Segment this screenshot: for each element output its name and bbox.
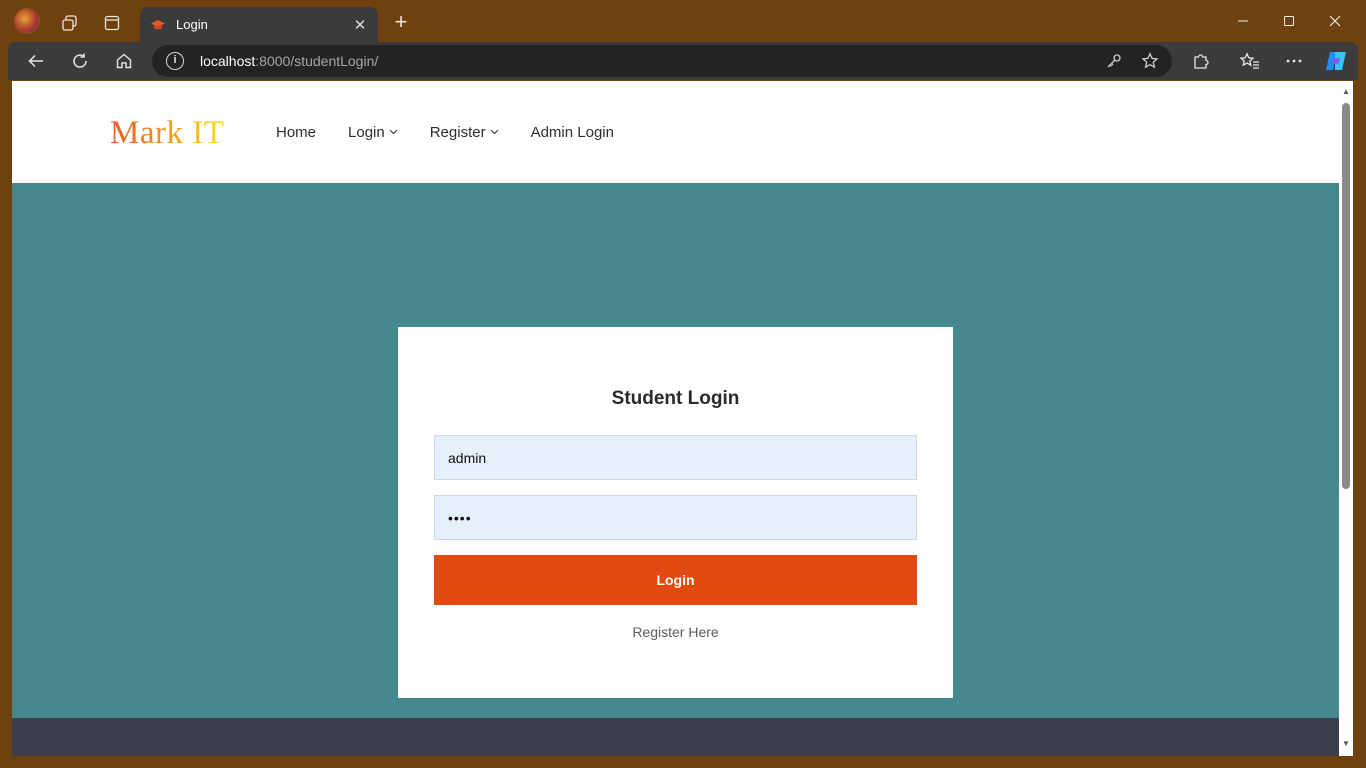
back-arrow-icon[interactable] [20,45,52,77]
register-here-link[interactable]: Register Here [398,624,953,640]
browser-toolbar: i localhost:8000/studentLogin/ [8,42,1358,80]
close-window-button[interactable] [1312,6,1358,36]
more-icon[interactable] [1278,45,1310,77]
close-tab-icon[interactable]: ✕ [346,11,374,39]
nav-register-label: Register [429,124,486,141]
tab-title: Login [176,17,208,32]
puzzle-icon[interactable] [1185,45,1217,77]
info-icon[interactable]: i [166,52,184,70]
scrollbar-thumb[interactable] [1342,103,1350,489]
nav-links: Home Login Register Admin Login [276,124,646,141]
address-bar[interactable]: i localhost:8000/studentLogin/ [152,45,1172,77]
nav-admin-login-label: Admin Login [530,124,614,141]
refresh-icon[interactable] [64,45,96,77]
nav-home-label: Home [276,124,317,141]
url-path: :8000/studentLogin/ [255,53,379,69]
page-viewport: Mark IT Home Login Register Admin Login … [12,81,1339,756]
scroll-down-icon[interactable]: ▼ [1341,739,1351,749]
login-title: Student Login [611,388,740,409]
nav-register-dropdown[interactable]: Register [430,124,499,141]
page-scrollbar[interactable]: ▲ ▼ [1339,81,1353,756]
nav-login-dropdown[interactable]: Login [348,124,398,141]
url-host: localhost [200,53,256,69]
star-icon[interactable] [1138,49,1162,73]
tab-actions-icon[interactable] [96,7,128,39]
brand-logo[interactable]: Mark IT [110,115,224,152]
browser-titlebar: Login ✕ + [0,0,1366,42]
maximize-button[interactable] [1266,6,1312,36]
workspaces-icon[interactable] [54,7,86,39]
site-footer [12,718,1339,756]
chevron-down-icon [490,127,499,138]
chevron-down-icon [389,127,398,138]
home-icon[interactable] [108,45,140,77]
address-bar-actions [1102,49,1162,73]
login-button[interactable]: Login [434,555,917,605]
nav-admin-login[interactable]: Admin Login [531,124,614,141]
copilot-icon[interactable] [1320,45,1352,77]
login-card: Student Login admin •••• Login Register … [398,327,953,698]
favorites-icon[interactable] [1234,45,1266,77]
scroll-up-icon[interactable]: ▲ [1341,87,1351,97]
password-field[interactable]: •••• [434,495,917,540]
graduation-cap-icon [151,19,165,29]
profile-avatar[interactable] [14,8,40,34]
hero-section: Student Login admin •••• Login Register … [12,183,1339,718]
site-navbar: Mark IT Home Login Register Admin Login [12,81,1339,183]
active-tab[interactable]: Login ✕ [140,7,378,42]
titlebar-left [14,8,40,34]
nav-login-label: Login [348,124,385,141]
key-icon[interactable] [1102,49,1126,73]
minimize-button[interactable] [1220,6,1266,36]
new-tab-button[interactable]: + [388,10,414,36]
username-field[interactable]: admin [434,435,917,480]
nav-home[interactable]: Home [276,124,316,141]
